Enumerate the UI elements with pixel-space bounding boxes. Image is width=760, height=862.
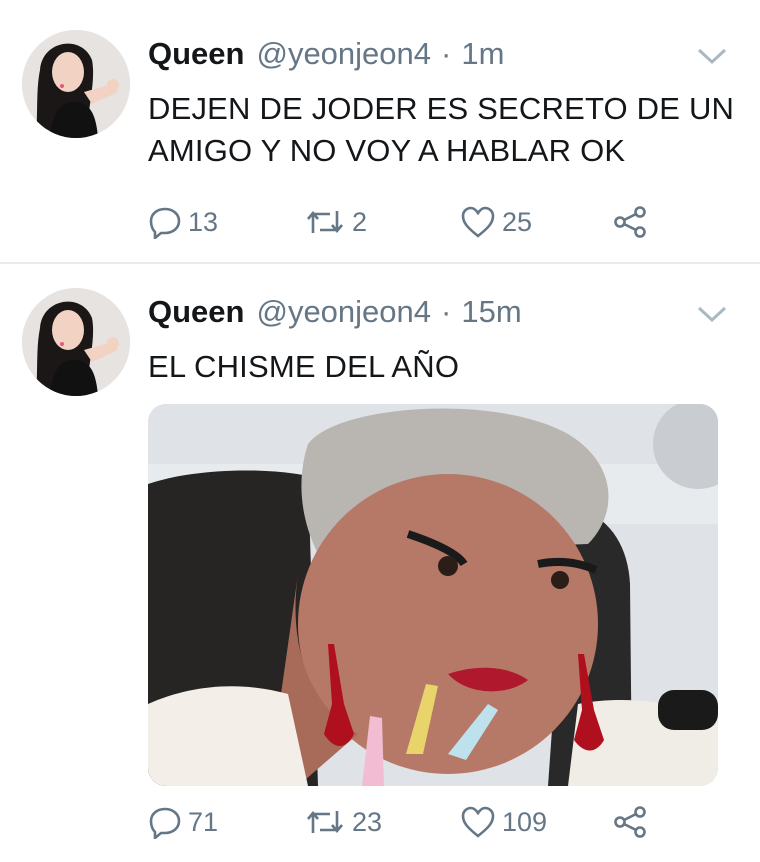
tweet-time[interactable]: 1m: [461, 36, 504, 72]
retweet-button[interactable]: 23: [304, 802, 382, 842]
tweet-text-line: AMIGO Y NO VOY A HABLAR OK: [148, 133, 626, 168]
reply-button[interactable]: 71: [148, 802, 218, 842]
tweet-header: Queen @yeonjeon4 · 1m: [148, 36, 504, 76]
heart-icon: [460, 805, 496, 839]
separator-dot: ·: [441, 294, 452, 329]
tweet-actions: 13 2 25: [148, 202, 668, 242]
chevron-down-icon[interactable]: [695, 302, 729, 326]
tweet-time[interactable]: 15m: [461, 294, 521, 330]
tweet-text-line: DEJEN DE JODER ES SECRETO DE UN: [148, 91, 735, 126]
reply-button[interactable]: 13: [148, 202, 218, 242]
share-button[interactable]: [612, 202, 648, 242]
tweet-2[interactable]: Queen @yeonjeon4 · 15m EL CHISME DEL AÑO: [0, 264, 760, 862]
share-icon: [612, 805, 648, 839]
tweet-text: EL CHISME DEL AÑO: [148, 346, 459, 388]
heart-icon: [460, 205, 496, 239]
author-name[interactable]: Queen: [148, 294, 244, 330]
share-icon: [612, 205, 648, 239]
separator-dot: ·: [441, 36, 452, 71]
reply-count: 13: [188, 206, 219, 237]
retweet-count: 2: [352, 206, 368, 237]
author-handle[interactable]: @yeonjeon4: [256, 36, 431, 72]
like-count: 25: [502, 206, 533, 237]
retweet-icon: [304, 205, 346, 239]
tweet-actions: 71 23 109: [148, 802, 668, 842]
avatar[interactable]: [22, 288, 130, 396]
like-button[interactable]: 25: [460, 202, 532, 242]
author-handle[interactable]: @yeonjeon4: [256, 294, 431, 330]
tweet-text: DEJEN DE JODER ES SECRETO DE UN AMIGO Y …: [148, 88, 734, 172]
avatar[interactable]: [22, 30, 130, 138]
reply-count: 71: [188, 806, 219, 837]
retweet-icon: [304, 805, 346, 839]
tweet-1[interactable]: Queen @yeonjeon4 · 1m DEJEN DE JODER ES …: [0, 0, 760, 262]
reply-icon: [148, 205, 182, 239]
tweet-photo[interactable]: [148, 404, 718, 786]
like-count: 109: [502, 806, 548, 837]
author-name[interactable]: Queen: [148, 36, 244, 72]
reply-icon: [148, 805, 182, 839]
like-button[interactable]: 109: [460, 802, 547, 842]
share-button[interactable]: [612, 802, 648, 842]
retweet-count: 23: [352, 806, 383, 837]
retweet-button[interactable]: 2: [304, 202, 367, 242]
chevron-down-icon[interactable]: [695, 44, 729, 68]
tweet-header: Queen @yeonjeon4 · 15m: [148, 294, 522, 334]
tweet-text-line: EL CHISME DEL AÑO: [148, 349, 460, 384]
